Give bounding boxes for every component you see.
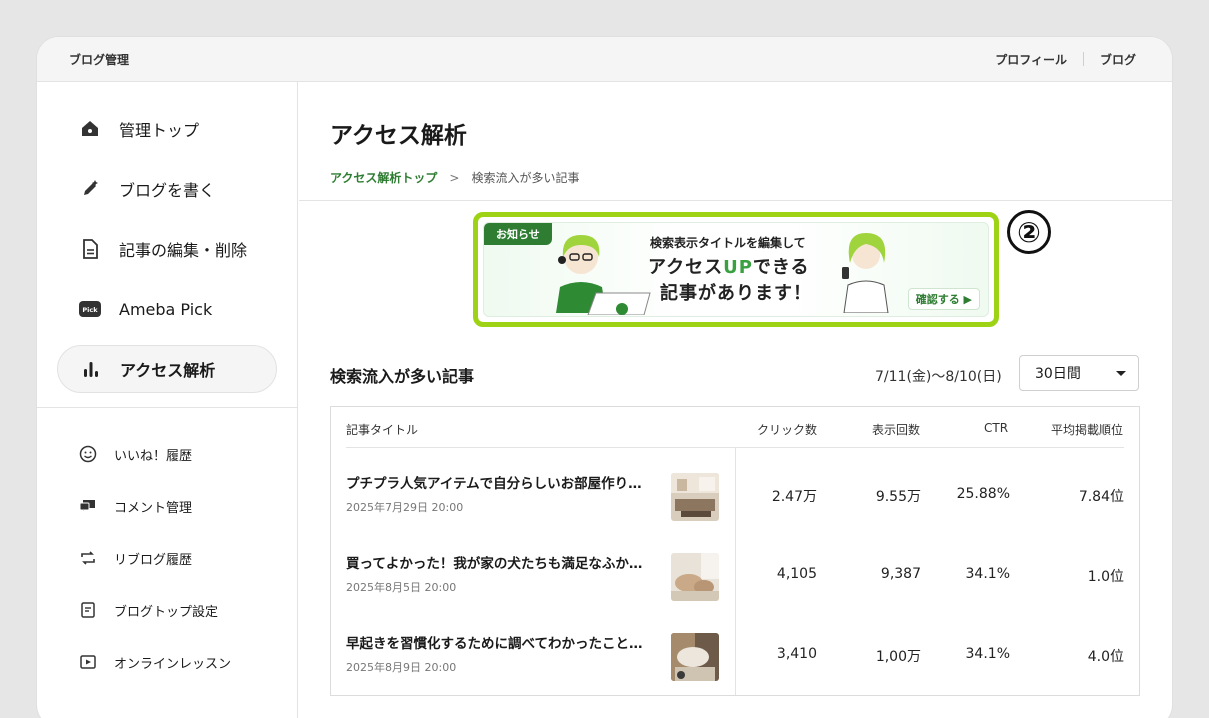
article-thumbnail [671,553,719,601]
main-content: アクセス解析 アクセス解析トップ > 検索流入が多い記事 お知らせ 検索表示タイ… [299,82,1172,718]
article-date: 2025年8月9日 20:00 [346,661,457,674]
notice-line-1: 検索表示タイトルを編集して [650,236,806,250]
sidebar-item-label: 管理トップ [119,121,200,140]
pick-icon-text: Pick [82,306,98,314]
article-title: 早起きを習慣化するために調べてわかったこと… [346,636,643,652]
nav-divider [1082,52,1084,66]
article-title: 買ってよかった！我が家の犬たちも満足なふか… [346,556,643,572]
breadcrumb: アクセス解析トップ > 検索流入が多い記事 [330,169,579,186]
pick-icon: Pick [79,298,101,320]
sidebar-item-label: ブログトップ設定 [114,604,219,620]
document-icon [79,238,101,260]
column-header-title: 記事タイトル [346,423,419,437]
column-header-clicks: クリック数 [757,423,818,437]
ctr-value: 34.1% [965,566,1010,582]
pen-icon [79,178,101,200]
smile-icon [79,445,97,463]
clicks-value: 4,105 [776,566,817,582]
article-thumbnail [671,633,719,681]
sidebar: 管理トップ ブログを書く 記事の編集・削除 Pick Ameba Pick アク… [37,82,298,718]
article-date: 2025年8月5日 20:00 [346,581,457,594]
article-date: 2025年7月29日 20:00 [346,501,464,514]
impressions-value: 9,387 [880,566,921,582]
app-window: ブログ管理 プロフィール ブログ 管理トップ ブログを書く 記事の編集・削除 P… [37,37,1172,718]
chevron-right-icon: > [449,170,460,185]
sidebar-item-label: Ameba Pick [119,299,213,319]
page-title: アクセス解析 [330,123,467,149]
articles-table: 記事タイトル クリック数 表示回数 CTR 平均掲載順位 プチプラ人気アイテムで… [330,406,1140,696]
sidebar-item-label: ブログを書く [119,181,216,200]
sidebar-item-admin-top[interactable]: 管理トップ [57,105,277,153]
sidebar-item-reblog[interactable]: リブログ履歴 [37,538,297,578]
bar-chart-icon [80,358,102,380]
step-marker: ② [1007,210,1051,254]
header-divider [299,200,1172,201]
period-select[interactable]: 30日間 [1019,355,1139,391]
video-icon [79,653,97,671]
ctr-value: 34.1% [965,646,1010,662]
column-header-avg-rank: 平均掲載順位 [1051,423,1124,437]
column-header-impressions: 表示回数 [872,423,921,437]
breadcrumb-current: 検索流入が多い記事 [471,171,580,185]
ctr-value: 25.88% [956,486,1010,502]
table-row[interactable]: プチプラ人気アイテムで自分らしいお部屋作り… 2025年7月29日 20:00 … [331,448,1139,528]
blog-link[interactable]: ブログ [1100,51,1136,68]
settings-doc-icon [79,601,97,619]
sidebar-item-write[interactable]: ブログを書く [57,165,277,213]
notice-line-2: アクセスUPできる [648,257,810,278]
notice-banner[interactable]: お知らせ 検索表示タイトルを編集して アクセスUPできる 記事があります！ 確認… [473,212,999,327]
avg-rank-value: 4.0位 [1087,649,1124,665]
section-title: 検索流入が多い記事 [330,367,475,386]
sidebar-item-comments[interactable]: コメント管理 [37,486,297,526]
table-row[interactable]: 買ってよかった！我が家の犬たちも満足なふか… 2025年8月5日 20:00 4… [331,528,1139,608]
sidebar-item-blog-top-settings[interactable]: ブログトップ設定 [37,590,297,630]
clicks-value: 3,410 [776,646,817,662]
avg-rank-value: 1.0位 [1087,569,1124,585]
comment-icon [79,497,97,515]
article-thumbnail [671,473,719,521]
breadcrumb-link-analysis-top[interactable]: アクセス解析トップ [330,169,437,186]
sidebar-item-label: アクセス解析 [120,361,216,380]
period-select-value: 30日間 [1035,366,1081,382]
clicks-value: 2.47万 [771,489,817,505]
column-header-ctr: CTR [984,421,1009,435]
reblog-icon [79,549,97,567]
date-range: 7/11(金)〜8/10(日) [875,369,1002,385]
sidebar-item-label: いいね！履歴 [114,448,193,464]
notice-badge: お知らせ [484,223,552,245]
table-row[interactable]: 早起きを習慣化するために調べてわかったこと… 2025年8月9日 20:00 3… [331,608,1139,688]
top-bar: ブログ管理 プロフィール ブログ [37,37,1172,82]
notice-line-3: 記事があります！ [660,283,812,304]
impressions-value: 1,00万 [875,649,921,665]
sidebar-item-label: 記事の編集・削除 [119,241,248,260]
woman-with-phone-illustration [842,233,889,313]
sidebar-item-edit[interactable]: 記事の編集・削除 [57,225,277,273]
sidebar-item-access-analysis[interactable]: アクセス解析 [57,345,277,393]
sidebar-item-label: コメント管理 [114,500,193,516]
sidebar-item-ameba-pick[interactable]: Pick Ameba Pick [57,285,277,333]
sidebar-item-online-lesson[interactable]: オンラインレッスン [37,642,297,682]
avg-rank-value: 7.84位 [1078,489,1124,505]
sidebar-item-label: リブログ履歴 [114,552,193,568]
sidebar-item-label: オンラインレッスン [114,656,232,672]
top-nav: プロフィール ブログ [995,51,1136,68]
caret-down-icon [1116,371,1126,376]
app-title: ブログ管理 [69,52,130,67]
home-icon [79,118,101,140]
laptop-illustration [587,292,651,315]
profile-link[interactable]: プロフィール [995,51,1067,68]
sidebar-item-likes[interactable]: いいね！履歴 [37,434,297,474]
impressions-value: 9.55万 [875,489,921,505]
article-title: プチプラ人気アイテムで自分らしいお部屋作り… [346,476,642,492]
notice-confirm-button[interactable]: 確認する ▶ [907,288,980,310]
